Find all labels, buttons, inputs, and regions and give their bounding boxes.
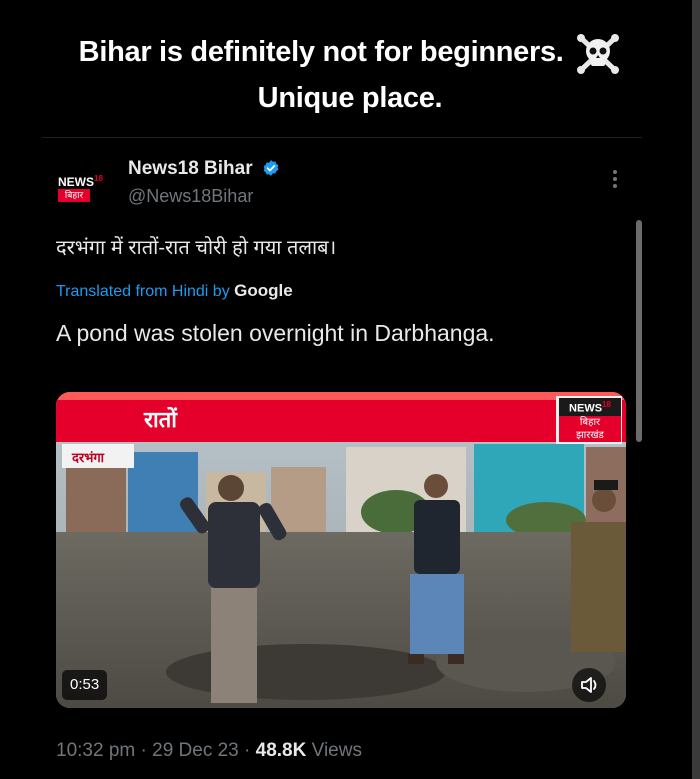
video-logo-jharkhand: झारखंड	[559, 428, 621, 442]
video-frame	[56, 392, 626, 708]
author-handle[interactable]: @News18Bihar	[128, 186, 253, 207]
volume-icon	[581, 677, 597, 693]
video-banner-text: रातों	[144, 407, 177, 432]
tweet-date[interactable]: 29 Dec 23	[152, 740, 239, 761]
video-logo-news: NEWS	[569, 402, 603, 415]
more-options-icon[interactable]	[608, 168, 622, 190]
author-name-text: News18 Bihar	[128, 158, 253, 179]
video-logo-bihar: बिहार	[559, 415, 621, 429]
meta-separator: ·	[140, 740, 147, 761]
tweet-translated-text: A pond was stolen overnight in Darbhanga…	[56, 320, 495, 346]
scrollbar[interactable]	[636, 220, 642, 442]
author-name[interactable]: News18 Bihar	[128, 158, 280, 180]
verified-icon	[263, 160, 279, 176]
meta-separator-2: ·	[244, 740, 251, 761]
tweet-time[interactable]: 10:32 pm	[56, 740, 135, 761]
tweet-original-text: दरभंगा में रातों-रात चोरी हो गया तलाब।	[56, 237, 337, 259]
translator-name: Google	[234, 281, 293, 300]
video-location-tag: दरभंगा	[72, 450, 105, 465]
video-logo-18: 18	[602, 400, 611, 409]
caption-line-2: Unique place.	[257, 82, 443, 115]
translation-attribution[interactable]: Translated from Hindi by Google	[56, 281, 293, 301]
views-count: 48.8K	[255, 740, 307, 761]
video-channel-logo: NEWS18 बिहार झारखंड	[559, 398, 621, 442]
caption-line-1: Bihar is definitely not for beginners.	[0, 30, 700, 76]
avatar-text-news: NEWS	[58, 175, 94, 189]
avatar[interactable]: NEWS18 बिहार	[58, 168, 110, 208]
volume-button[interactable]	[572, 668, 606, 702]
meme-caption: Bihar is definitely not for beginners. U…	[0, 30, 700, 120]
views-label: Views	[311, 740, 362, 761]
tweet-meta: 10:32 pm · 29 Dec 23 · 48.8K Views	[56, 740, 362, 762]
avatar-text-bihar: बिहार	[58, 189, 90, 202]
avatar-text-18: 18	[94, 174, 103, 183]
skull-crossbones-icon	[577, 34, 620, 75]
video-player[interactable]: रातों दरभंगा NEWS18 बिहार झारखंड	[56, 392, 626, 708]
divider	[42, 137, 642, 138]
video-duration: 0:53	[62, 670, 108, 700]
translated-label: Translated from Hindi by	[56, 283, 230, 300]
